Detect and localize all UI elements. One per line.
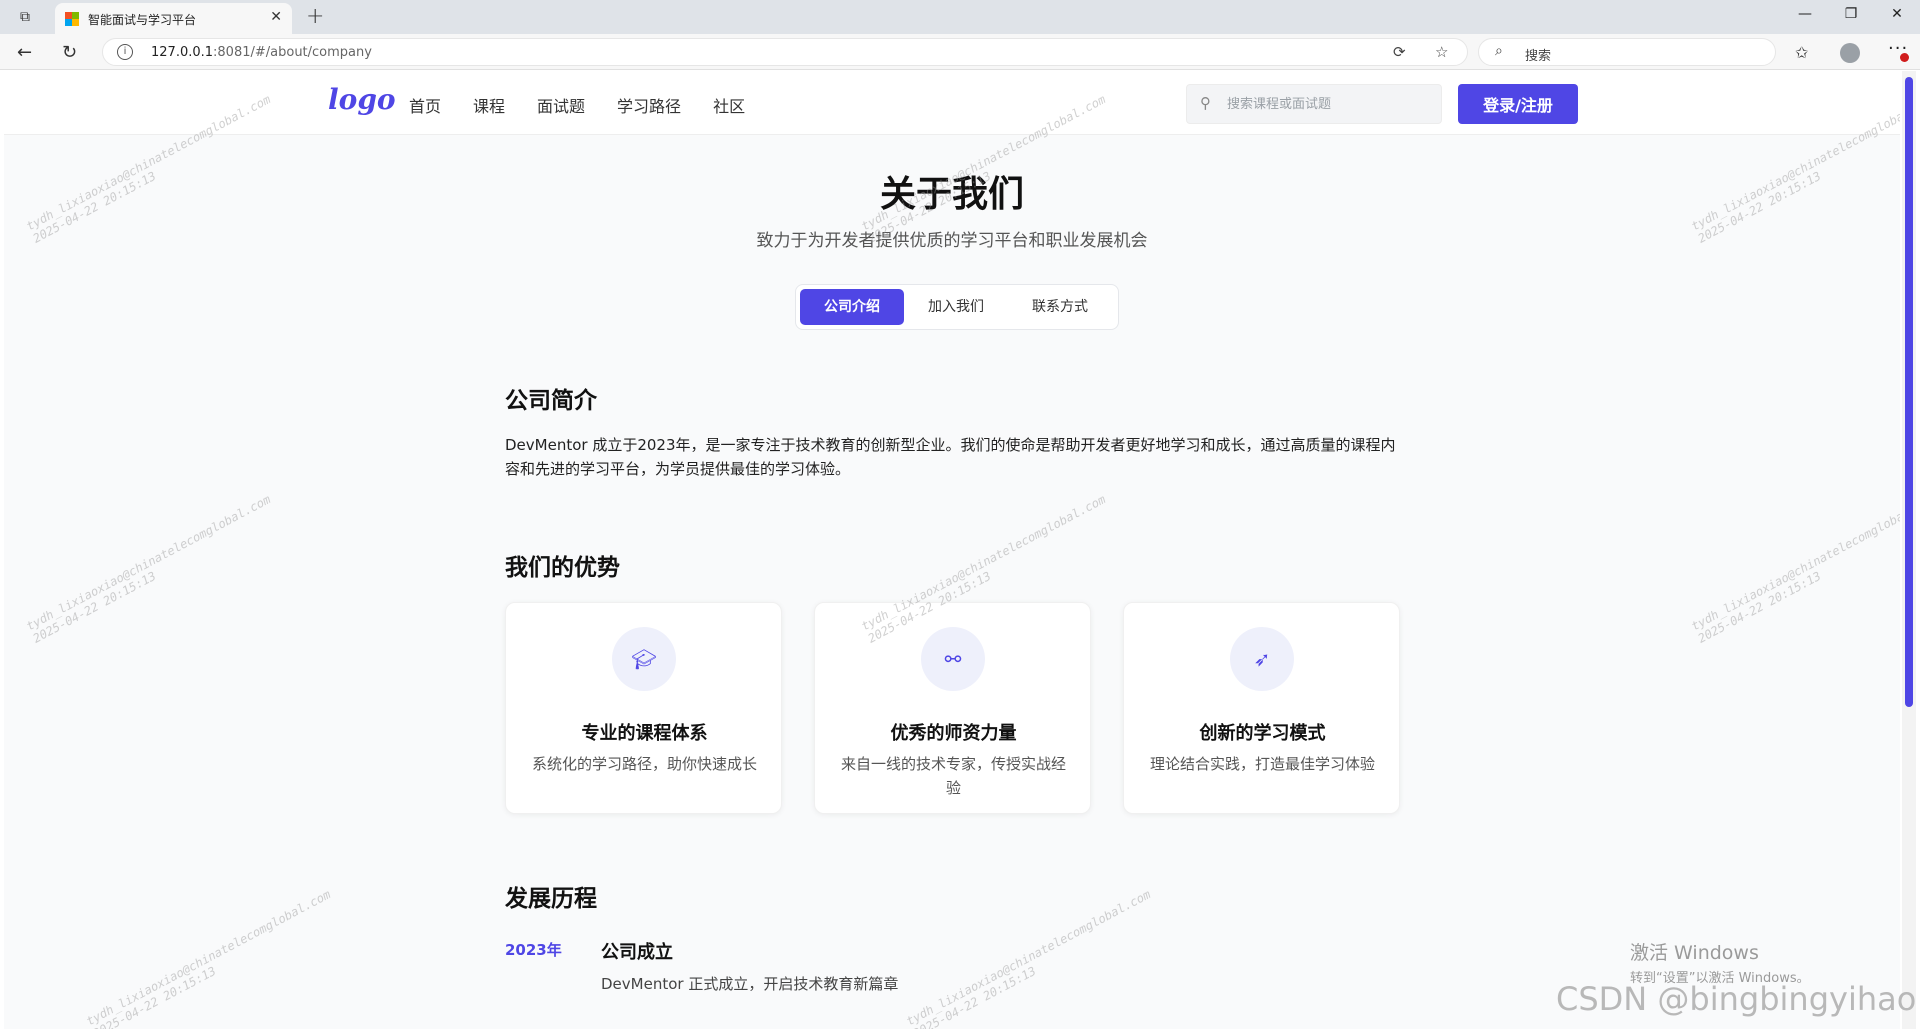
browser-tabstrip: ⧉ 智能面试与学习平台 ✕ + — ❐ ✕ [0, 0, 1920, 34]
restore-icon[interactable]: ❐ [1828, 6, 1874, 22]
site-search: ⚲ [1186, 84, 1442, 124]
graduation-cap-icon: 🎓︎ [612, 627, 676, 691]
search-icon: ⌕ [1495, 43, 1503, 59]
csdn-watermark: CSDN @bingbingyihao [1556, 980, 1917, 1018]
advantage-card: 🎓︎ 专业的课程体系 系统化的学习路径，助你快速成长 [505, 602, 782, 814]
watermark: tydh_lixiaoxiao@chinatelecomglobal.com 20… [904, 887, 1153, 1029]
watermark: tydh_lixiaoxiao@chinatelecomglobal.com 20… [84, 887, 333, 1029]
advantage-card: ⚯ 优秀的师资力量 来自一线的技术专家，传授实战经验 [814, 602, 1091, 814]
advantage-desc: 来自一线的技术专家，传授实战经验 [840, 755, 1066, 797]
timeline-year: 2023年 [505, 941, 562, 959]
timeline-event-title: 公司成立 [601, 942, 673, 963]
site-logo[interactable]: logo [328, 83, 396, 116]
site-search-input[interactable] [1227, 85, 1435, 123]
new-tab-icon[interactable]: + [306, 4, 324, 29]
tab-join-us[interactable]: 加入我们 [904, 289, 1008, 325]
notification-badge [1900, 53, 1909, 62]
tab-title: 智能面试与学习平台 [88, 13, 197, 27]
scrollbar-thumb[interactable] [1905, 77, 1913, 707]
advantage-title: 优秀的师资力量 [890, 723, 1017, 744]
main-nav: 首页 课程 面试题 学习路径 社区 [409, 93, 777, 117]
history-heading: 发展历程 [505, 886, 597, 912]
address-bar: ← ↻ i 127.0.0.1:8081/#/about/company ⟳ ☆… [0, 34, 1920, 70]
advantage-title: 创新的学习模式 [1199, 723, 1326, 744]
search-icon: ⚲ [1200, 94, 1211, 112]
handshake-icon: ⚯ [921, 627, 985, 691]
watermark: tydh_lixiaoxiao@chinatelecomglobal.com 20… [1689, 492, 1900, 646]
advantage-desc: 理论结合实践，打造最佳学习体验 [1149, 755, 1375, 773]
workspaces-icon[interactable]: ⧉ [14, 7, 36, 27]
advantage-title: 专业的课程体系 [581, 723, 708, 744]
url-text: 127.0.0.1:8081/#/about/company [151, 45, 372, 60]
nav-learning-path[interactable]: 学习路径 [617, 93, 681, 117]
page-scrollbar[interactable] [1902, 71, 1916, 1029]
profile-avatar-icon[interactable] [1840, 43, 1860, 63]
about-tabs: 公司介绍 加入我们 联系方式 [795, 284, 1119, 330]
timeline-event-desc: DevMentor 正式成立，开启技术教育新篇章 [601, 975, 899, 993]
login-register-button[interactable]: 登录/注册 [1458, 84, 1578, 124]
back-icon[interactable]: ← [17, 42, 32, 63]
translate-icon[interactable]: ⟳ [1393, 43, 1406, 61]
browser-search-field[interactable]: ⌕ 搜索 [1478, 38, 1776, 66]
close-window-icon[interactable]: ✕ [1874, 6, 1920, 22]
tab-contact[interactable]: 联系方式 [1008, 289, 1112, 325]
site-info-icon[interactable]: i [117, 44, 133, 60]
site-favicon-icon [65, 12, 79, 26]
browser-tab[interactable]: 智能面试与学习平台 ✕ [55, 3, 292, 34]
watermark: tydh_lixiaoxiao@chinatelecomglobal.com 20… [24, 492, 273, 646]
site-header: logo 首页 课程 面试题 学习路径 社区 ⚲ 登录/注册 [4, 71, 1900, 135]
page-subtitle: 致力于为开发者提供优质的学习平台和职业发展机会 [756, 231, 1148, 251]
nav-community[interactable]: 社区 [713, 93, 745, 117]
nav-courses[interactable]: 课程 [473, 93, 505, 117]
refresh-icon[interactable]: ↻ [62, 42, 77, 63]
rocket-icon: ➶ [1230, 627, 1294, 691]
windows-activation-notice: 激活 Windows 转到“设置”以激活 Windows。 [1630, 942, 1810, 986]
close-tab-icon[interactable]: ✕ [270, 9, 282, 25]
advantage-card: ➶ 创新的学习模式 理论结合实践，打造最佳学习体验 [1123, 602, 1400, 814]
intro-text: DevMentor 成立于2023年，是一家专注于技术教育的创新型企业。我们的使… [505, 436, 1396, 478]
nav-home[interactable]: 首页 [409, 93, 441, 117]
intro-heading: 公司简介 [505, 388, 597, 414]
minimize-icon[interactable]: — [1782, 6, 1828, 22]
url-field[interactable]: i 127.0.0.1:8081/#/about/company ⟳ ☆ [102, 38, 1468, 66]
advantage-desc: 系统化的学习路径，助你快速成长 [531, 755, 757, 773]
favorites-icon[interactable]: ✩ [1795, 43, 1808, 62]
browser-search-placeholder: 搜索 [1525, 49, 1552, 64]
advantages-heading: 我们的优势 [505, 555, 620, 581]
nav-interview-questions[interactable]: 面试题 [537, 93, 585, 117]
tab-company-intro[interactable]: 公司介绍 [800, 289, 904, 325]
favorite-star-icon[interactable]: ☆ [1435, 43, 1448, 61]
page-viewport: logo 首页 课程 面试题 学习路径 社区 ⚲ 登录/注册 关于我们 致力于为… [4, 71, 1900, 1029]
